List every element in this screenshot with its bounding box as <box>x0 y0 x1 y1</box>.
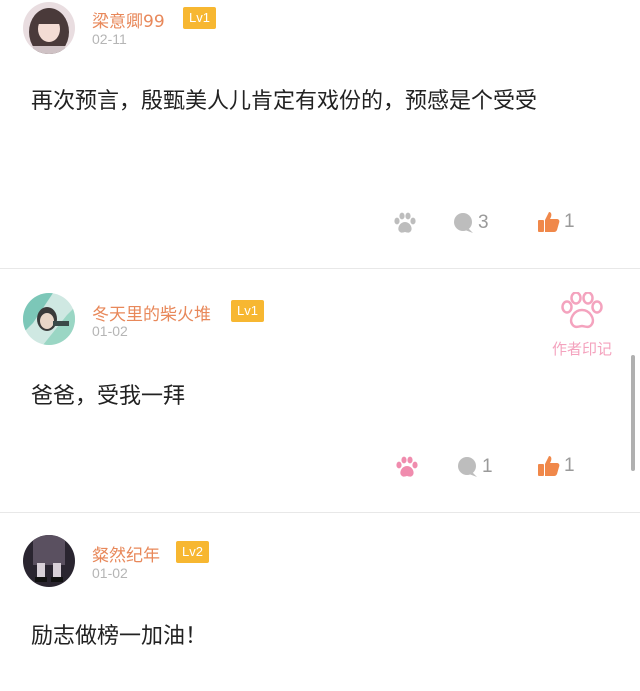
thumbs-up-icon <box>538 212 560 232</box>
paw-button[interactable] <box>392 210 418 236</box>
like-count: 1 <box>564 211 575 232</box>
comment-date: 02-11 <box>92 31 127 47</box>
avatar-image <box>23 2 75 54</box>
avatar[interactable] <box>23 535 75 587</box>
avatar-image <box>23 535 75 587</box>
avatar[interactable] <box>23 293 75 345</box>
comment-bubble-icon <box>458 457 477 477</box>
paw-icon <box>394 212 416 233</box>
comment-item: 粲然纪年 Lv2 01-02 励志做榜一加油！ <box>0 513 640 691</box>
scrollbar[interactable] <box>631 355 635 471</box>
username[interactable]: 粲然纪年 <box>92 541 160 566</box>
reply-count: 1 <box>482 456 493 477</box>
like-button[interactable]: 1 <box>537 454 575 478</box>
paw-button[interactable] <box>394 454 420 480</box>
thumbs-up-icon <box>538 456 560 476</box>
comment-date: 01-02 <box>92 323 128 339</box>
username[interactable]: 梁意卿99 <box>92 7 165 32</box>
avatar[interactable] <box>23 2 75 54</box>
comment-content: 励志做榜一加油！ <box>31 624 208 649</box>
like-button[interactable]: 1 <box>537 210 575 234</box>
author-mark-label: 作者印记 <box>551 340 612 358</box>
comment-content: 爸爸，受我一拜 <box>31 384 186 409</box>
comment-content: 再次预言，殷甄美人儿肯定有戏份的，预感是个受受 <box>31 89 538 114</box>
comment-item: 冬天里的柴火堆 Lv1 01-02 爸爸，受我一拜 1 1 <box>0 269 640 512</box>
reply-button[interactable]: 3 <box>451 211 489 235</box>
username[interactable]: 冬天里的柴火堆 <box>92 300 211 325</box>
level-badge: Lv1 <box>183 7 216 29</box>
level-badge: Lv2 <box>176 541 209 563</box>
comment-date: 01-02 <box>92 565 128 581</box>
author-paw-icon <box>561 291 603 329</box>
level-badge: Lv1 <box>231 300 264 322</box>
author-mark: 作者印记 <box>546 291 618 359</box>
comment-item: 梁意卿99 Lv1 02-11 再次预言，殷甄美人儿肯定有戏份的，预感是个受受 … <box>0 0 640 268</box>
like-count: 1 <box>564 455 575 476</box>
avatar-image <box>23 293 75 345</box>
comment-bubble-icon <box>454 213 473 233</box>
paw-icon <box>396 456 418 477</box>
reply-button[interactable]: 1 <box>455 455 493 479</box>
reply-count: 3 <box>478 212 489 233</box>
